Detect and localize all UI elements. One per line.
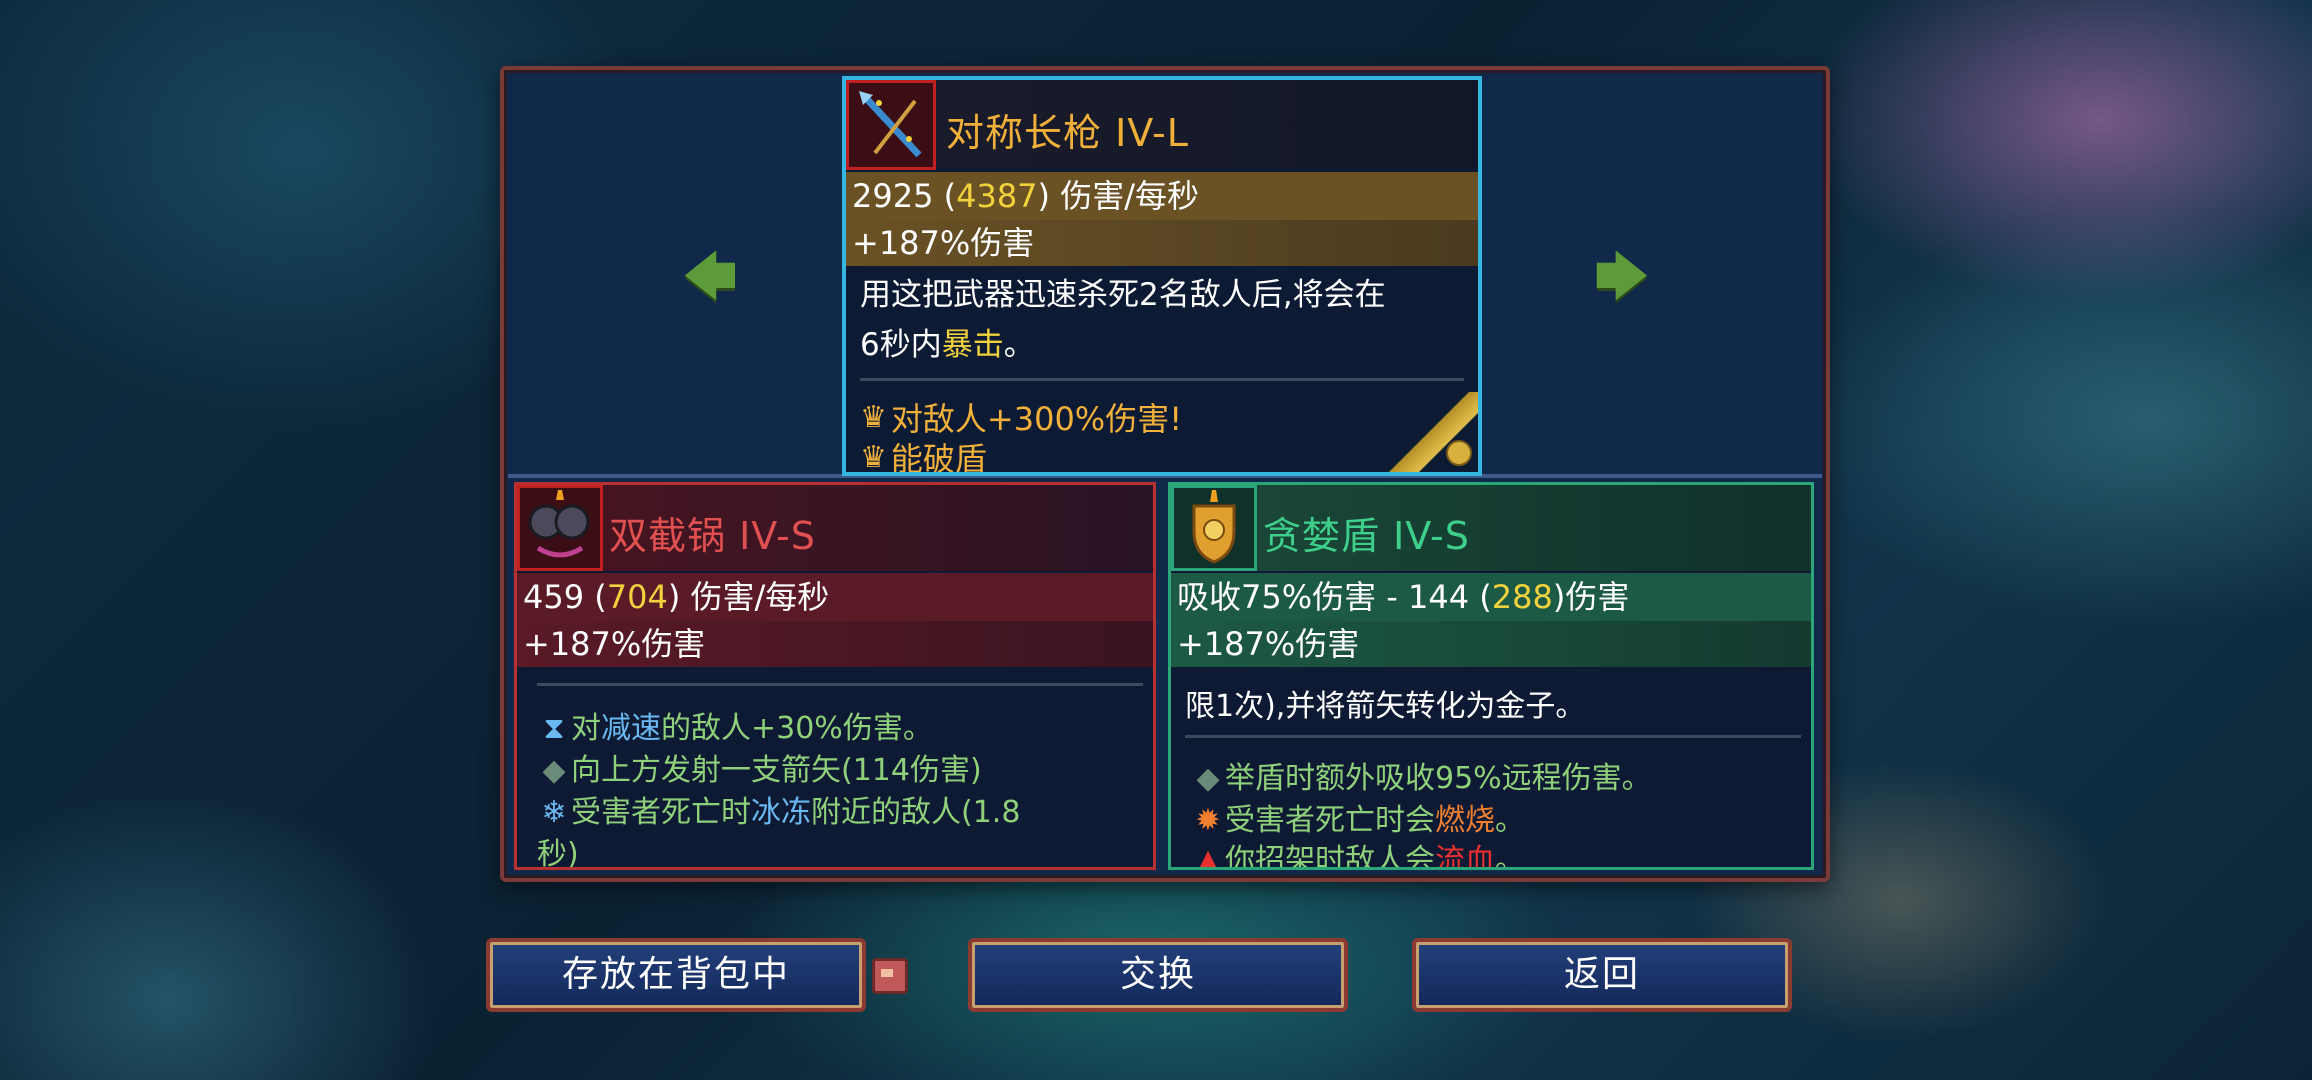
absorb-high: 288 bbox=[1491, 578, 1553, 616]
dps-base: 2925 ( bbox=[852, 177, 957, 215]
fire-icon: ✹ bbox=[1195, 803, 1221, 838]
spear-icon bbox=[846, 80, 936, 170]
absorb-suffix: )伤害 bbox=[1552, 578, 1630, 616]
effect-text: 举盾时额外吸收95%远程伤害。 bbox=[1225, 761, 1652, 796]
item-compare-panel: 🡄 🡆 对称长枪 IV-L 2925 (4387) 伤害/每秒 +187%伤害 … bbox=[500, 66, 1830, 882]
desc-text: 。 bbox=[1003, 327, 1035, 363]
slow-keyword: 减速 bbox=[601, 711, 661, 746]
mutation-text: 能破盾 bbox=[890, 440, 987, 476]
effect-text: 向上方发射一支箭矢(114伤害) bbox=[571, 753, 982, 788]
effect-line: ◆ 举盾时额外吸收95%远程伤害。 bbox=[1191, 753, 1652, 797]
bleed-keyword: 流血 bbox=[1435, 843, 1495, 870]
backpack-icon bbox=[872, 958, 908, 994]
effect-line: ✹ 受害者死亡时会燃烧。 bbox=[1191, 795, 1525, 839]
effect-text: 。 bbox=[1495, 843, 1525, 870]
desc-text: 6秒内 bbox=[860, 327, 942, 363]
absorb-line: 吸收75%伤害 - 144 (288)伤害 bbox=[1171, 573, 1811, 621]
dps-line: 2925 (4387) 伤害/每秒 bbox=[846, 172, 1478, 220]
separator bbox=[537, 683, 1143, 686]
effect-text: 你招架时敌人会 bbox=[1225, 843, 1435, 870]
arrow-left-icon[interactable]: 🡄 bbox=[682, 250, 738, 304]
equipped-shield-card: 贪婪盾 IV-S 吸收75%伤害 - 144 (288)伤害 +187%伤害 限… bbox=[1168, 482, 1814, 870]
bonus-line: +187%伤害 bbox=[846, 220, 1478, 266]
effect-line: 秒) bbox=[537, 837, 579, 870]
blood-drop-icon: ▲ bbox=[1196, 843, 1220, 870]
orb-icon bbox=[1446, 440, 1472, 466]
dps-base: 459 ( bbox=[523, 578, 607, 616]
effect-line: ❄ 受害者死亡时冰冻附近的敌人(1.8 bbox=[537, 787, 1020, 831]
dps-suffix: ) 伤害/每秒 bbox=[667, 578, 830, 616]
snowflake-icon: ❄ bbox=[541, 795, 567, 830]
effect-text: 的敌人+30%伤害。 bbox=[661, 711, 933, 746]
effect-line: ◆ 向上方发射一支箭矢(114伤害) bbox=[537, 745, 982, 789]
burn-keyword: 燃烧 bbox=[1435, 803, 1495, 838]
store-in-backpack-button[interactable]: 存放在背包中 bbox=[486, 938, 866, 1012]
bonus-line: +187%伤害 bbox=[517, 621, 1153, 667]
freeze-keyword: 冰冻 bbox=[751, 795, 811, 830]
item-title: 双截锅 IV-S bbox=[609, 514, 816, 558]
weapon-title: 对称长枪 IV-L bbox=[946, 111, 1189, 155]
frying-pan-icon bbox=[517, 485, 603, 571]
crown-icon: ♛ bbox=[860, 439, 887, 475]
item-title: 贪婪盾 IV-S bbox=[1263, 514, 1470, 558]
diamond-bullet-icon: ◆ bbox=[1196, 761, 1220, 796]
separator bbox=[860, 378, 1464, 381]
dps-suffix: ) 伤害/每秒 bbox=[1037, 177, 1199, 215]
back-button[interactable]: 返回 bbox=[1412, 938, 1792, 1012]
mutation-line: ♛ 能破盾 bbox=[860, 434, 987, 476]
bonus-line: +187%伤害 bbox=[1171, 621, 1811, 667]
dps-high: 4387 bbox=[956, 177, 1038, 215]
description-line: 限1次),并将箭矢转化为金子。 bbox=[1185, 689, 1586, 724]
effect-line: ▲ 你招架时敌人会流血。 bbox=[1191, 835, 1525, 870]
crit-keyword: 暴击 bbox=[941, 327, 1004, 363]
weapon-description: 用这把武器迅速杀死2名敌人后,将会在 6秒内暴击。 bbox=[860, 270, 1470, 370]
hourglass-icon: ⧗ bbox=[543, 711, 565, 746]
equipped-skill-card: 双截锅 IV-S 459 (704) 伤害/每秒 +187%伤害 ⧗ 对减速的敌人… bbox=[514, 482, 1156, 870]
effect-text: 对 bbox=[571, 711, 601, 746]
desc-text: 用这把武器迅速杀死2名敌人后,将会在 bbox=[860, 277, 1386, 313]
dps-line: 459 (704) 伤害/每秒 bbox=[517, 573, 1153, 621]
arrow-right-icon[interactable]: 🡆 bbox=[1594, 250, 1650, 304]
crown-icon: ♛ bbox=[860, 399, 887, 435]
absorb-text: 吸收75%伤害 - 144 ( bbox=[1177, 578, 1492, 616]
effect-text: 受害者死亡时会 bbox=[1225, 803, 1435, 838]
new-weapon-card: 对称长枪 IV-L 2925 (4387) 伤害/每秒 +187%伤害 用这把武… bbox=[842, 76, 1482, 476]
swap-button[interactable]: 交换 bbox=[968, 938, 1348, 1012]
effect-text: 附近的敌人(1.8 bbox=[811, 795, 1021, 830]
effect-text: 。 bbox=[1495, 803, 1525, 838]
greed-shield-icon bbox=[1171, 485, 1257, 571]
dps-high: 704 bbox=[606, 578, 668, 616]
effect-text: 受害者死亡时 bbox=[571, 795, 751, 830]
separator bbox=[1185, 735, 1801, 738]
effect-line: ⧗ 对减速的敌人+30%伤害。 bbox=[537, 703, 933, 747]
diamond-bullet-icon: ◆ bbox=[542, 753, 566, 788]
